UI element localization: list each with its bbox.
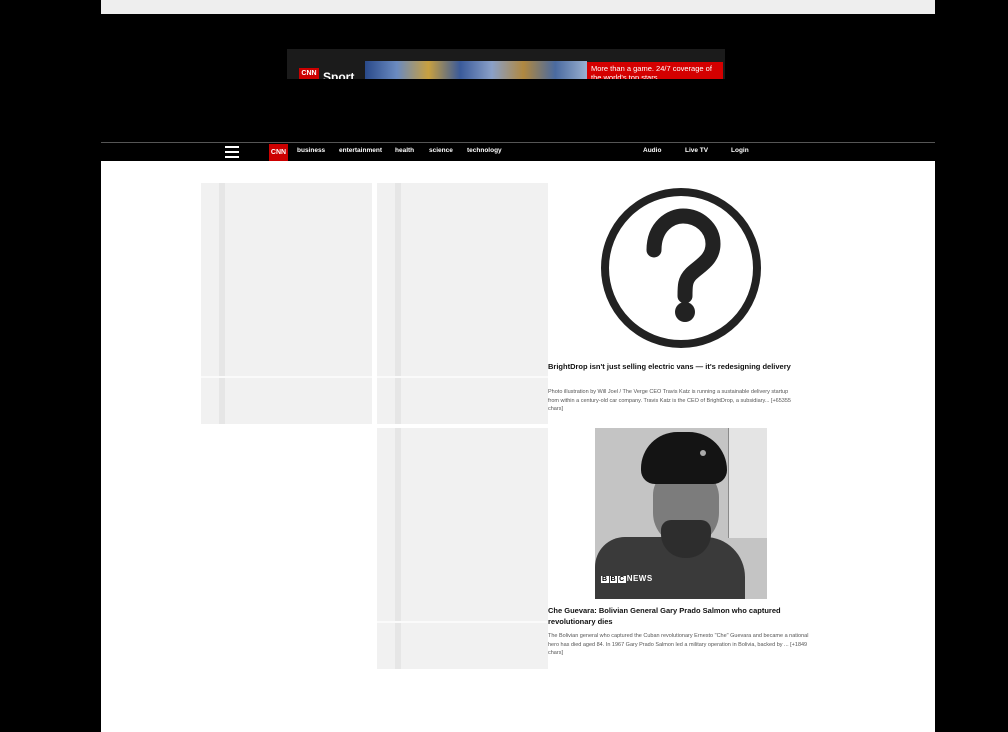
top-strip <box>101 0 935 14</box>
article-title[interactable]: Che Guevara: Bolivian General Gary Prado… <box>548 605 813 627</box>
loading-placeholder <box>377 183 548 424</box>
loading-placeholder <box>201 183 372 424</box>
bbc-news-watermark: B B C NEWS <box>601 574 653 583</box>
nav-link-audio[interactable]: Audio <box>643 147 661 154</box>
cnn-logo[interactable]: CNN <box>269 144 288 161</box>
ad-brand: Sport <box>323 70 355 79</box>
article-title[interactable]: BrightDrop isn't just selling electric v… <box>548 361 808 372</box>
page: CNN Sport More than a game. 24/7 coverag… <box>101 0 935 732</box>
question-mark-icon[interactable] <box>599 186 763 350</box>
loading-placeholder <box>377 428 548 669</box>
nav-link-business[interactable]: business <box>297 147 325 154</box>
article-description: The Bolivian general who captured the Cu… <box>548 633 809 656</box>
ad-banner[interactable]: CNN Sport More than a game. 24/7 coverag… <box>287 49 725 79</box>
ad-crowd-image <box>365 61 587 79</box>
nav-link-entertainment[interactable]: entertainment <box>339 147 382 154</box>
article-description: Photo illustration by Will Joel / The Ve… <box>548 389 791 412</box>
content-area: BrightDrop isn't just selling electric v… <box>101 161 935 732</box>
ad-promo-text: More than a game. 24/7 coverage of the w… <box>587 62 723 79</box>
nav-link-technology[interactable]: technology <box>467 147 502 154</box>
nav-link-live-tv[interactable]: Live TV <box>685 147 708 154</box>
nav-link-health[interactable]: health <box>395 147 414 154</box>
article-photo[interactable]: B B C NEWS <box>595 428 767 599</box>
nav-bar: CNN business entertainment health scienc… <box>101 142 935 162</box>
nav-link-login[interactable]: Login <box>731 147 749 154</box>
nav-link-science[interactable]: science <box>429 147 453 154</box>
ad-cnn-logo: CNN <box>299 68 319 79</box>
hamburger-menu-icon[interactable] <box>225 146 239 158</box>
